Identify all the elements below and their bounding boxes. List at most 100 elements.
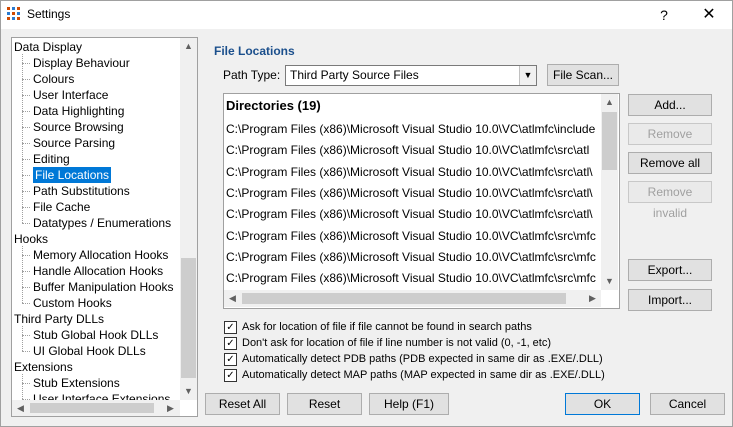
reset-all-button[interactable]: Reset All: [205, 393, 280, 415]
tree-connector: [22, 54, 23, 223]
tree-vertical-scrollbar[interactable]: ▲ ▼: [180, 38, 197, 400]
settings-window: Settings ? ✕ Data Display Display Behavio…: [0, 0, 733, 427]
tree-item[interactable]: Source Parsing: [33, 135, 115, 151]
scroll-down-icon[interactable]: ▼: [180, 383, 197, 400]
path-type-label: Path Type:: [223, 68, 281, 82]
tree-item[interactable]: Display Behaviour: [33, 55, 130, 71]
directory-row[interactable]: C:\Program Files (x86)\Microsoft Visual …: [226, 203, 600, 227]
tree-connector: [22, 287, 30, 288]
help-f1-button[interactable]: Help (F1): [369, 393, 449, 415]
tree-item[interactable]: Colours: [33, 71, 74, 87]
scroll-down-icon[interactable]: ▼: [601, 273, 618, 290]
directory-row[interactable]: C:\Program Files (x86)\Microsoft Visual …: [226, 246, 600, 269]
tree-item[interactable]: UI Global Hook DLLs: [33, 343, 146, 359]
dir-horizontal-scrollbar[interactable]: ◀ ▶: [224, 290, 601, 307]
tree-connector: [22, 111, 30, 112]
tree-connector: [22, 207, 30, 208]
cancel-button[interactable]: Cancel: [650, 393, 725, 415]
path-type-select[interactable]: Third Party Source Files ▼: [285, 65, 537, 86]
tree-item[interactable]: Buffer Manipulation Hooks: [33, 279, 174, 295]
tree-item[interactable]: Datatypes / Enumerations: [33, 215, 171, 231]
tree-connector: [22, 255, 30, 256]
close-button[interactable]: ✕: [686, 1, 732, 29]
remove-all-button[interactable]: Remove all: [628, 152, 712, 174]
directories-header: Directories (19): [226, 98, 321, 113]
tree-group[interactable]: Third Party DLLs: [14, 311, 104, 327]
tree-item[interactable]: Source Browsing: [33, 119, 124, 135]
tree-item[interactable]: File Cache: [33, 199, 90, 215]
tree-connector: [22, 271, 30, 272]
tree-horizontal-scrollbar[interactable]: ◀ ▶: [12, 400, 180, 416]
scroll-left-icon[interactable]: ◀: [224, 290, 241, 307]
tree-group[interactable]: Data Display: [14, 39, 82, 55]
scroll-up-icon[interactable]: ▲: [601, 94, 618, 111]
tree-item[interactable]: Memory Allocation Hooks: [33, 247, 168, 263]
tree-connector: [22, 159, 30, 160]
scroll-thumb[interactable]: [602, 112, 617, 170]
directory-row[interactable]: C:\Program Files (x86)\Microsoft Visual …: [226, 118, 600, 141]
checkbox-label: Ask for location of file if file cannot …: [242, 321, 532, 333]
directory-row[interactable]: C:\Program Files (x86)\Microsoft Visual …: [226, 267, 600, 291]
tree-connector: [22, 326, 23, 351]
tree-group[interactable]: Hooks: [14, 231, 48, 247]
tree-connector: [22, 374, 23, 399]
checkbox[interactable]: ✓: [224, 369, 237, 382]
tree-item[interactable]: Stub Global Hook DLLs: [33, 327, 158, 343]
scroll-right-icon[interactable]: ▶: [162, 400, 179, 416]
checkbox[interactable]: ✓: [224, 353, 237, 366]
remove-invalid-button[interactable]: Remove invalid: [628, 181, 712, 220]
window-title: Settings: [27, 7, 71, 21]
dir-vertical-scrollbar[interactable]: ▲ ▼: [601, 94, 618, 290]
checkbox[interactable]: ✓: [224, 321, 237, 334]
help-button[interactable]: ?: [641, 1, 687, 29]
checkbox-label: Don't ask for location of file if line n…: [242, 337, 552, 349]
tree-group[interactable]: Extensions: [14, 359, 73, 375]
remove-button[interactable]: Remove: [628, 123, 712, 145]
tree-connector: [22, 223, 30, 224]
tree-list: Data Display Display Behaviour Colours User…: [12, 38, 180, 400]
export-button[interactable]: Export...: [628, 259, 712, 281]
add-button[interactable]: Add...: [628, 94, 712, 116]
checkbox-label: Automatically detect MAP paths (MAP expe…: [242, 369, 605, 381]
reset-button[interactable]: Reset: [287, 393, 362, 415]
scroll-left-icon[interactable]: ◀: [12, 400, 29, 416]
tree-connector: [22, 175, 30, 176]
tree-item[interactable]: User Interface: [33, 87, 108, 103]
tree-item[interactable]: Data Highlighting: [33, 103, 124, 119]
scroll-thumb[interactable]: [181, 258, 196, 378]
path-type-value: Third Party Source Files: [290, 68, 419, 82]
tree-item[interactable]: Custom Hooks: [33, 295, 112, 311]
directory-row[interactable]: C:\Program Files (x86)\Microsoft Visual …: [226, 161, 600, 184]
tree-connector: [22, 95, 30, 96]
title-bar: Settings ? ✕: [1, 1, 732, 29]
settings-tree[interactable]: Data Display Display Behaviour Colours User…: [11, 37, 198, 417]
directory-row[interactable]: C:\Program Files (x86)\Microsoft Visual …: [226, 182, 600, 205]
tree-item[interactable]: Stub Extensions: [33, 375, 120, 391]
directory-row[interactable]: C:\Program Files (x86)\Microsoft Visual …: [226, 225, 600, 248]
tree-item[interactable]: Handle Allocation Hooks: [33, 263, 163, 279]
tree-item[interactable]: File Locations: [33, 167, 112, 183]
import-button[interactable]: Import...: [628, 289, 712, 311]
tree-connector: [22, 303, 30, 304]
tree-item[interactable]: User Interface Extensions: [33, 391, 170, 400]
file-scan-button[interactable]: File Scan...: [547, 64, 619, 86]
tree-connector: [22, 351, 30, 352]
tree-item[interactable]: Path Substitutions: [33, 183, 130, 199]
app-icon: [7, 7, 20, 20]
scroll-thumb[interactable]: [242, 293, 566, 304]
tree-connector: [22, 143, 30, 144]
scroll-right-icon[interactable]: ▶: [584, 290, 601, 307]
directory-row[interactable]: C:\Program Files (x86)\Microsoft Visual …: [226, 139, 600, 163]
tree-connector: [22, 191, 30, 192]
checkbox[interactable]: ✓: [224, 337, 237, 350]
tree-connector: [22, 127, 30, 128]
ok-button[interactable]: OK: [565, 393, 640, 415]
chevron-down-icon[interactable]: ▼: [519, 66, 536, 85]
scroll-up-icon[interactable]: ▲: [180, 38, 197, 55]
tree-connector: [22, 383, 30, 384]
tree-item[interactable]: Editing: [33, 151, 70, 167]
directories-list[interactable]: Directories (19) C:\Program Files (x86)\…: [223, 93, 620, 309]
scroll-thumb[interactable]: [30, 403, 154, 413]
tree-connector: [22, 246, 23, 303]
tree-connector: [22, 63, 30, 64]
